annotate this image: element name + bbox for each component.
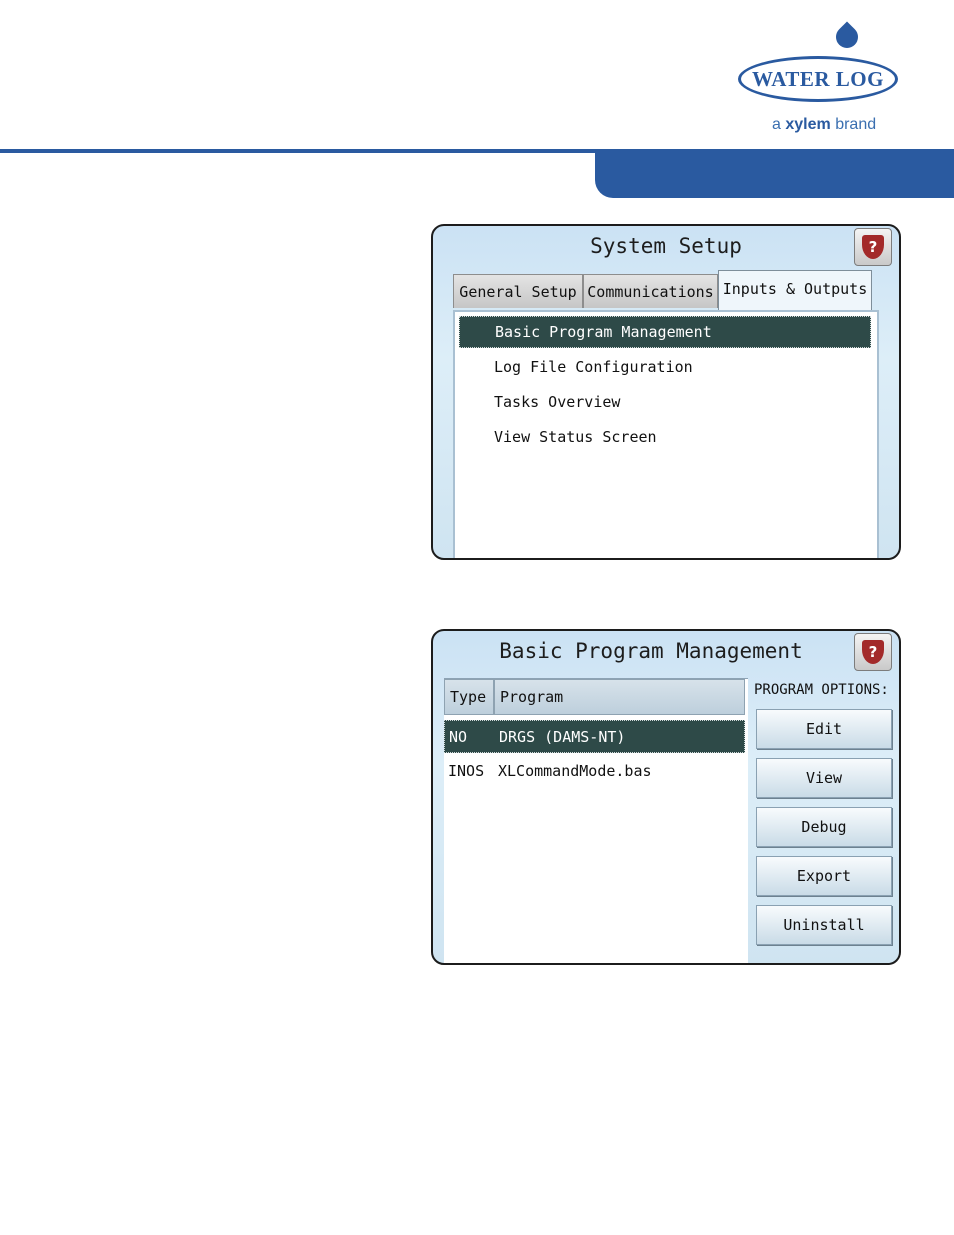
header-tab-bar — [595, 149, 954, 198]
menu-item-basic-program-management[interactable]: Basic Program Management — [459, 316, 871, 348]
view-button[interactable]: View — [756, 758, 892, 798]
tab-communications[interactable]: Communications — [583, 274, 718, 308]
program-name: XLCommandMode.bas — [498, 762, 652, 780]
help-button[interactable]: ? — [854, 228, 892, 266]
program-management-screen: Basic Program Management ? Type Program … — [431, 629, 901, 965]
screen-title: System Setup — [590, 234, 742, 258]
program-row[interactable]: NO DRGS (DAMS-NT) — [444, 720, 745, 753]
program-name: DRGS (DAMS-NT) — [499, 728, 626, 746]
logo-text: WATER LOG — [752, 66, 884, 91]
waterlog-logo: WATER LOG — [738, 56, 898, 102]
screen-title: Basic Program Management — [499, 639, 803, 663]
help-shield-icon: ? — [862, 235, 884, 259]
column-header-type[interactable]: Type — [444, 679, 494, 715]
logo-drop-icon — [831, 21, 863, 53]
tab-general-setup[interactable]: General Setup — [453, 274, 583, 308]
help-button[interactable]: ? — [854, 633, 892, 671]
brand-tagline: a xylem brand — [772, 116, 876, 134]
menu-item-tasks-overview[interactable]: Tasks Overview — [459, 386, 871, 418]
program-list: Type Program NO DRGS (DAMS-NT) INOS XLCo… — [444, 678, 748, 963]
tagline-brand: xylem — [785, 116, 831, 133]
help-shield-icon: ? — [862, 640, 884, 664]
column-header-program[interactable]: Program — [494, 679, 745, 715]
edit-button[interactable]: Edit — [756, 709, 892, 749]
tab-inputs-outputs[interactable]: Inputs & Outputs — [718, 270, 872, 310]
uninstall-button[interactable]: Uninstall — [756, 905, 892, 945]
menu-item-log-file-configuration[interactable]: Log File Configuration — [459, 351, 871, 383]
export-button[interactable]: Export — [756, 856, 892, 896]
setup-menu-list: Basic Program Management Log File Config… — [453, 310, 879, 558]
program-row[interactable]: INOS XLCommandMode.bas — [444, 755, 745, 788]
system-setup-screen: System Setup ? General Setup Communicati… — [431, 224, 901, 560]
program-type: NO — [449, 728, 468, 746]
program-type: INOS — [448, 762, 485, 780]
tagline-prefix: a — [772, 116, 781, 133]
menu-item-view-status-screen[interactable]: View Status Screen — [459, 421, 871, 453]
tagline-suffix: brand — [835, 116, 877, 133]
debug-button[interactable]: Debug — [756, 807, 892, 847]
program-options-label: PROGRAM OPTIONS: — [754, 682, 889, 698]
